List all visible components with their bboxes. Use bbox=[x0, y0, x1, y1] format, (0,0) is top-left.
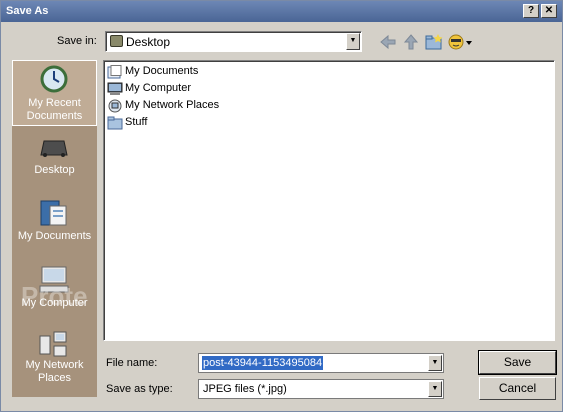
chevron-down-icon[interactable]: ▼ bbox=[428, 355, 442, 371]
place-my-recent-documents[interactable]: My Recent Documents bbox=[12, 60, 97, 126]
new-folder-icon[interactable] bbox=[424, 32, 444, 52]
save-button[interactable]: Save bbox=[478, 350, 557, 375]
save-as-type-value: JPEG files (*.jpg) bbox=[203, 383, 287, 395]
cancel-button[interactable]: Cancel bbox=[479, 377, 556, 400]
desktop-icon bbox=[110, 35, 123, 47]
close-button[interactable]: ✕ bbox=[541, 4, 557, 18]
chevron-down-icon[interactable]: ▼ bbox=[346, 33, 360, 50]
save-as-dialog: Save As ? ✕ Save in: Desktop ▼ My Recent… bbox=[0, 0, 563, 412]
file-list[interactable]: My Documents My Computer My Network Plac… bbox=[103, 60, 555, 341]
file-name-value: post-43944-1153495084 bbox=[202, 356, 324, 370]
documents-folder-icon bbox=[107, 65, 122, 79]
title-bar: Save As ? ✕ bbox=[1, 1, 562, 22]
save-as-type-label: Save as type: bbox=[106, 383, 173, 395]
network-icon bbox=[108, 99, 122, 113]
computer-icon bbox=[107, 82, 123, 95]
save-in-dropdown[interactable]: Desktop ▼ bbox=[105, 31, 362, 52]
place-desktop[interactable]: Desktop bbox=[12, 127, 97, 193]
save-in-label: Save in: bbox=[57, 35, 97, 47]
view-menu-icon[interactable] bbox=[447, 32, 473, 52]
save-as-type-dropdown[interactable]: JPEG files (*.jpg) ▼ bbox=[198, 379, 444, 399]
up-folder-icon[interactable] bbox=[401, 32, 421, 52]
network-places-icon bbox=[39, 331, 67, 357]
place-my-documents[interactable]: My Documents bbox=[12, 194, 97, 260]
help-button[interactable]: ? bbox=[523, 4, 539, 18]
save-in-value: Desktop bbox=[126, 35, 171, 49]
back-arrow-icon[interactable] bbox=[378, 32, 398, 52]
desktop-icon bbox=[40, 140, 68, 157]
my-computer-icon bbox=[39, 266, 69, 293]
chevron-down-icon[interactable]: ▼ bbox=[428, 381, 442, 397]
recent-docs-icon bbox=[40, 65, 68, 93]
folder-icon bbox=[107, 116, 123, 130]
file-name-label: File name: bbox=[106, 357, 158, 369]
place-my-network-places[interactable]: My Network Places bbox=[12, 328, 97, 394]
place-my-computer[interactable]: My Computer bbox=[12, 261, 97, 327]
my-documents-icon bbox=[40, 200, 67, 226]
file-name-input[interactable]: post-43944-1153495084 ▼ bbox=[198, 353, 444, 373]
window-title: Save As bbox=[6, 5, 49, 17]
places-bar: My Recent Documents Desktop My Documents bbox=[12, 60, 97, 397]
